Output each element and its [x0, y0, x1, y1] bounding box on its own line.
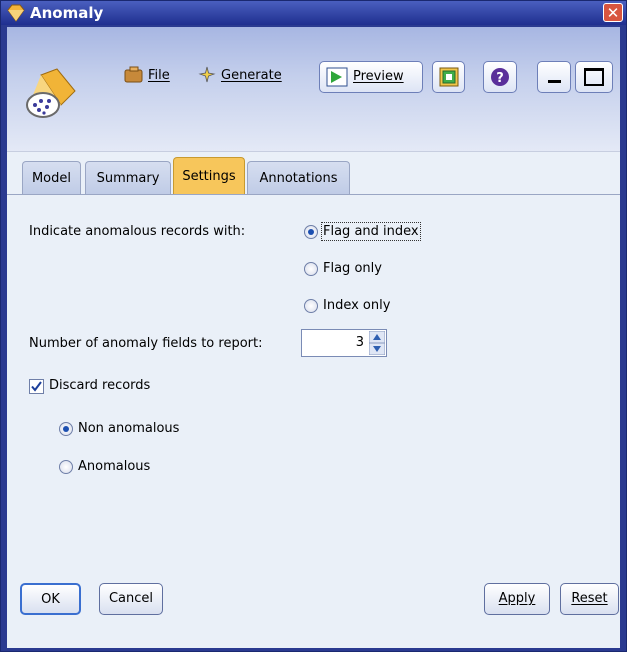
reset-button[interactable]: Reset — [560, 583, 619, 615]
title-bar[interactable]: Anomaly ✕ — [1, 1, 626, 25]
maximize-button[interactable] — [575, 61, 613, 93]
radio-index-only-control[interactable] — [304, 299, 318, 313]
radio-non-anomalous-control[interactable] — [59, 422, 73, 436]
help-icon: ? — [491, 68, 509, 86]
tab-summary[interactable]: Summary — [85, 161, 171, 195]
generate-icon — [198, 66, 216, 83]
toolbar-area: File Generate Preview ? — [7, 27, 620, 152]
preview-button[interactable]: Preview — [319, 61, 423, 93]
indicate-label: Indicate anomalous records with: — [29, 224, 246, 239]
discard-records-label: Discard records — [49, 378, 151, 393]
file-label: File — [148, 68, 170, 83]
reset-label: Reset — [571, 591, 608, 606]
apply-label: Apply — [498, 591, 536, 606]
anomaly-node-icon — [26, 68, 76, 118]
export-icon — [439, 67, 459, 87]
tab-settings-label: Settings — [182, 169, 236, 184]
radio-non-anomalous-label: Non anomalous — [78, 421, 180, 436]
spinner-down-icon[interactable] — [369, 343, 385, 355]
preview-icon — [326, 67, 348, 87]
radio-index-only-label: Index only — [323, 298, 391, 313]
check-icon — [31, 381, 42, 392]
radio-flag-and-index-control[interactable] — [304, 225, 318, 239]
tab-strip: Model Summary Settings Annotations — [7, 155, 620, 195]
tab-model-label: Model — [31, 171, 72, 186]
minimize-icon — [548, 80, 561, 83]
radio-flag-only-label: Flag only — [323, 261, 382, 276]
ok-button[interactable]: OK — [20, 583, 81, 615]
radio-non-anomalous[interactable]: Non anomalous — [59, 419, 209, 439]
radio-index-only[interactable]: Index only — [304, 296, 424, 316]
num-fields-label: Number of anomaly fields to report: — [29, 336, 263, 351]
tab-summary-label: Summary — [96, 171, 160, 186]
tab-annotations[interactable]: Annotations — [247, 161, 350, 195]
tab-settings[interactable]: Settings — [173, 157, 245, 195]
spinner-buttons — [369, 331, 385, 355]
anomaly-window: Anomaly ✕ File Generate Preview ? Model … — [0, 0, 627, 652]
apply-button[interactable]: Apply — [484, 583, 550, 615]
tab-annotations-label: Annotations — [259, 171, 338, 186]
radio-flag-and-index-label: Flag and index — [321, 222, 421, 241]
radio-flag-only-control[interactable] — [304, 262, 318, 276]
diamond-node-icon — [7, 4, 25, 22]
cancel-label: Cancel — [108, 591, 154, 606]
radio-flag-and-index[interactable]: Flag and index — [304, 222, 444, 242]
num-fields-value[interactable]: 3 — [356, 335, 364, 350]
radio-flag-only[interactable]: Flag only — [304, 259, 424, 279]
file-icon — [124, 66, 143, 83]
discard-records-checkbox[interactable]: Discard records — [29, 377, 189, 397]
export-button[interactable] — [432, 61, 465, 93]
window-client: File Generate Preview ? Model Summary Se… — [7, 27, 620, 648]
close-icon: ✕ — [606, 4, 620, 22]
discard-checkbox-control[interactable] — [29, 379, 44, 394]
cancel-button[interactable]: Cancel — [99, 583, 163, 615]
help-button[interactable]: ? — [483, 61, 517, 93]
close-button[interactable]: ✕ — [603, 3, 623, 22]
num-fields-stepper[interactable]: 3 — [301, 329, 387, 357]
preview-label: Preview — [353, 69, 404, 84]
svg-text:?: ? — [496, 71, 504, 86]
settings-panel: Indicate anomalous records with: Flag an… — [7, 194, 620, 648]
ok-label: OK — [41, 592, 60, 607]
tab-model[interactable]: Model — [22, 161, 81, 195]
spinner-up-icon[interactable] — [369, 331, 385, 343]
radio-anomalous-label: Anomalous — [78, 459, 151, 474]
minimize-button[interactable] — [537, 61, 571, 93]
window-title: Anomaly — [30, 4, 104, 22]
generate-label: Generate — [221, 68, 282, 83]
radio-anomalous[interactable]: Anomalous — [59, 457, 209, 477]
radio-anomalous-control[interactable] — [59, 460, 73, 474]
maximize-icon — [584, 68, 604, 86]
